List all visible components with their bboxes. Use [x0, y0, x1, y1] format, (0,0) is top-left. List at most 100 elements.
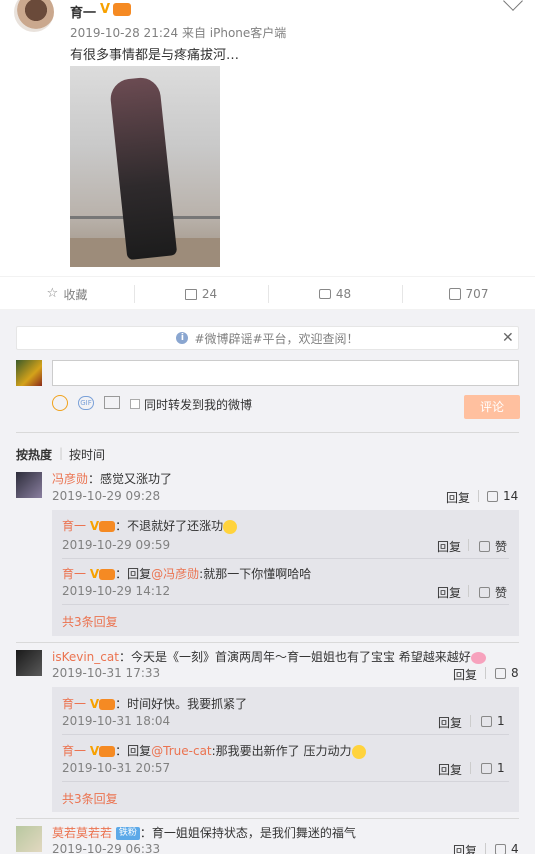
thumbs-up-icon [479, 587, 490, 598]
like-count: 4 [511, 842, 519, 854]
thumbs-up-icon [448, 288, 461, 300]
notice-bar[interactable]: i #微博辟谣#平台，欢迎查阅！ [16, 326, 519, 350]
like-button[interactable]: 4 [495, 842, 519, 854]
divider [468, 539, 469, 551]
reply-button[interactable]: 回复 [453, 842, 477, 854]
reply-text: ：不退就好了还涨功 [115, 519, 224, 533]
reply-author[interactable]: 育一 [62, 697, 86, 711]
thumbs-up-icon [481, 762, 492, 774]
reply-author[interactable]: 育一 [62, 567, 86, 581]
emoji-icon[interactable] [52, 395, 68, 411]
reply-body: 育一 V ：时间好快。我要抓紧了 [62, 695, 247, 712]
reply-text: :那我要出新作了 压力动力 [211, 744, 352, 758]
divider [485, 843, 486, 854]
member-badge-icon [99, 569, 116, 580]
commenter-name[interactable]: 莫若莫若若 [52, 826, 112, 840]
divider [62, 781, 509, 782]
like-label: 1 [497, 714, 505, 728]
like-button[interactable]: 8 [495, 666, 519, 680]
commenter-name[interactable]: isKevin_cat [52, 650, 119, 664]
info-icon: i [176, 332, 189, 344]
reply-author[interactable]: 育一 [62, 744, 86, 758]
reply-body: 育一 V ：不退就好了还涨功 [62, 517, 238, 534]
action-bar: ☆ 收藏 24 48 707 [0, 276, 535, 310]
chevron-down-icon[interactable] [503, 0, 523, 11]
reply-button[interactable]: 回复 [437, 538, 461, 555]
more-replies-link[interactable]: 共3条回复 [62, 613, 118, 630]
comment-body: isKevin_cat：今天是《一刻》首演两周年～育一姐姐也有了宝宝 希望越来越… [52, 648, 486, 665]
notice-text: #微博辟谣#平台，欢迎查阅！ [194, 331, 359, 346]
divider [16, 818, 519, 819]
reply-button[interactable]: 回复 [438, 714, 462, 731]
author-avatar[interactable] [14, 0, 54, 32]
laugh-emoji-icon [223, 519, 238, 534]
image-icon[interactable] [104, 396, 120, 409]
mention-link[interactable]: @True-cat [151, 744, 211, 758]
author-name[interactable]: 育一 [70, 2, 96, 21]
reply-text: ：时间好快。我要抓紧了 [115, 697, 248, 711]
like-button[interactable]: 1 [481, 714, 505, 728]
mention-link[interactable]: @冯彦勋 [151, 567, 199, 581]
commenter-avatar[interactable] [16, 826, 42, 852]
comment-button[interactable]: 48 [268, 277, 402, 311]
commenter-avatar[interactable] [16, 650, 42, 676]
comment-time: 2019-10-29 09:28 [52, 489, 161, 503]
reply-body: 育一 V ：回复@冯彦勋:就那一下你懂啊哈哈 [62, 565, 311, 582]
verified-v-icon: V [89, 744, 100, 758]
photo-dancer [108, 75, 178, 261]
reply-time: 2019-10-31 18:04 [62, 714, 171, 728]
divider [478, 490, 479, 502]
submit-comment-button[interactable]: 评论 [464, 395, 520, 419]
more-replies-link[interactable]: 共3条回复 [62, 790, 118, 807]
like-count: 14 [503, 489, 519, 503]
like-button[interactable]: 14 [487, 489, 518, 503]
my-avatar [16, 360, 42, 386]
divider [485, 667, 486, 679]
member-badge-icon [99, 521, 116, 532]
thinking-emoji-icon [351, 744, 366, 759]
gif-icon[interactable]: GIF [78, 396, 94, 410]
member-badge-icon [99, 699, 116, 710]
like-button[interactable]: 1 [481, 761, 505, 775]
comment-body: 莫若莫若若 铁粉 ：育一姐姐保持状态，是我们舞迷的福气 [52, 824, 356, 841]
comment-text: ：育一姐姐保持状态，是我们舞迷的福气 [139, 826, 356, 840]
favorite-button[interactable]: ☆ 收藏 [0, 277, 134, 311]
post-meta: 2019-10-28 21:24 来自 iPhone客户端 [70, 26, 287, 40]
comment-count: 48 [335, 287, 352, 301]
reply-button[interactable]: 回复 [453, 666, 477, 683]
sort-by-time[interactable]: 按时间 [69, 446, 105, 463]
divider [62, 604, 509, 605]
like-button[interactable]: 赞 [479, 584, 507, 601]
thumbs-up-icon [495, 667, 506, 679]
reply-button[interactable]: 回复 [438, 761, 462, 778]
thumbs-up-icon [487, 490, 498, 502]
comment-text: ：感觉又涨功了 [88, 472, 173, 486]
like-count: 8 [511, 666, 519, 680]
like-button[interactable]: 赞 [479, 538, 507, 555]
thumbs-up-icon [479, 541, 490, 552]
commenter-avatar[interactable] [16, 472, 42, 498]
like-button[interactable]: 707 [402, 277, 535, 311]
forward-button[interactable]: 24 [134, 277, 268, 311]
close-icon[interactable]: ✕ [502, 330, 514, 346]
reply-button[interactable]: 回复 [446, 489, 470, 506]
member-badge-icon [113, 3, 131, 16]
comment-input[interactable] [52, 360, 519, 386]
divider [468, 585, 469, 597]
repost-checkbox[interactable] [130, 399, 140, 409]
divider [16, 642, 519, 643]
post-photo[interactable] [70, 66, 220, 267]
member-badge-icon [99, 746, 116, 757]
commenter-name[interactable]: 冯彦勋 [52, 472, 88, 486]
reply-time: 2019-10-29 09:59 [62, 538, 171, 552]
sort-by-hot[interactable]: 按热度 [16, 446, 52, 463]
reply-button[interactable]: 回复 [437, 584, 461, 601]
like-label: 赞 [495, 586, 508, 600]
thumbs-up-icon [495, 843, 506, 854]
verified-v-icon: V [100, 2, 111, 17]
post-text: 有很多事情都是与疼痛拔河… [70, 48, 240, 63]
pig-emoji-icon [470, 651, 486, 664]
favorite-label: 收藏 [63, 287, 88, 302]
reply-author[interactable]: 育一 [62, 519, 86, 533]
thumbs-up-icon [481, 715, 492, 727]
